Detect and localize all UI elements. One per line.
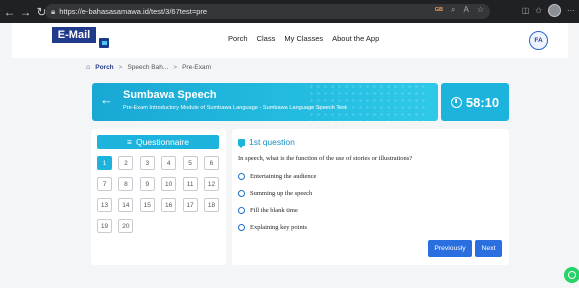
radio-button[interactable] bbox=[238, 173, 245, 180]
whatsapp-glyph bbox=[568, 271, 576, 279]
lock-icon: 🔒︎ bbox=[51, 6, 56, 16]
clock-icon bbox=[450, 96, 462, 108]
question-panel: 1st question In speech, what is the func… bbox=[232, 129, 509, 265]
favorite-icon[interactable]: ☆ bbox=[477, 6, 484, 14]
more-icon[interactable]: ⋯ bbox=[567, 6, 575, 15]
radio-button[interactable] bbox=[238, 207, 245, 214]
forward-icon[interactable]: → bbox=[19, 6, 32, 18]
questionnaire-panel: ≡ Questionnaire 1 2 3 4 5 6 7 8 9 10 11 12 13 14 15 16 1… bbox=[91, 129, 226, 265]
answer-options: Entertaining the audience Summing up the… bbox=[238, 171, 316, 233]
profile-icon[interactable] bbox=[548, 4, 561, 17]
list-icon: ≡ bbox=[127, 137, 133, 147]
timer-box: 58:10 bbox=[441, 83, 509, 121]
question-title: 1st question bbox=[249, 137, 295, 147]
option-label: Summing up the speech bbox=[250, 190, 313, 197]
question-number-button[interactable]: 16 bbox=[161, 198, 177, 212]
answer-option[interactable]: Explaining key points bbox=[238, 222, 316, 233]
question-number-button[interactable]: 18 bbox=[203, 198, 219, 212]
question-heading: 1st question bbox=[238, 137, 295, 148]
logo[interactable]: E-Mail bbox=[52, 27, 96, 43]
question-number-button[interactable]: 14 bbox=[118, 198, 134, 212]
address-bar[interactable]: 🔒︎ https://e-bahasasamawa.id/test/3/67te… bbox=[45, 4, 490, 19]
question-number-button[interactable]: 3 bbox=[139, 156, 155, 170]
question-number-button[interactable]: 6 bbox=[203, 156, 219, 170]
avatar[interactable]: FA bbox=[529, 31, 548, 50]
banner-title: Sumbawa Speech bbox=[123, 89, 217, 101]
question-number-button[interactable]: 15 bbox=[139, 198, 155, 212]
option-label: Entertaining the audience bbox=[250, 173, 317, 180]
home-icon[interactable]: ⌂ bbox=[86, 64, 90, 71]
radio-button[interactable] bbox=[238, 190, 245, 197]
question-text: In speech, what is the function of the u… bbox=[238, 155, 413, 162]
question-number-button[interactable]: 8 bbox=[118, 177, 134, 191]
zoom-icon[interactable]: ⌕ bbox=[451, 6, 455, 14]
next-button[interactable]: Next bbox=[475, 240, 502, 257]
question-number-button[interactable]: 5 bbox=[182, 156, 198, 170]
previous-button[interactable]: Previously bbox=[428, 240, 472, 257]
browser-toolbar: ← → ↻ 🔒︎ https://e-bahasasamawa.id/test/… bbox=[0, 0, 579, 23]
question-number-button[interactable]: 12 bbox=[203, 177, 219, 191]
question-number-button[interactable]: 20 bbox=[118, 219, 134, 233]
timer-value: 58:10 bbox=[465, 94, 500, 110]
questionnaire-title: Questionnaire bbox=[136, 137, 189, 147]
question-number-button[interactable]: 1 bbox=[97, 156, 112, 170]
back-icon[interactable]: ← bbox=[3, 6, 16, 18]
breadcrumb-course[interactable]: Speech Bah... bbox=[127, 64, 168, 71]
question-number-button[interactable]: 7 bbox=[97, 177, 112, 191]
question-number-button[interactable]: 11 bbox=[182, 177, 198, 191]
app-header: E-Mail Porch Class My Classes About the … bbox=[12, 23, 568, 58]
question-number-button[interactable]: 4 bbox=[161, 156, 177, 170]
breadcrumb-separator: > bbox=[118, 64, 123, 71]
question-icon bbox=[238, 138, 245, 148]
answer-option[interactable]: Fill the blank time bbox=[238, 205, 316, 216]
favorites-icon[interactable]: ✩ bbox=[535, 6, 542, 15]
question-number-button[interactable]: 19 bbox=[97, 219, 112, 233]
question-number-button[interactable]: 10 bbox=[161, 177, 177, 191]
question-number-button[interactable]: 13 bbox=[97, 198, 112, 212]
reader-badge[interactable]: GB bbox=[435, 7, 443, 13]
banner-subtitle: Pre-Exam Introductory Module of Sumbawa … bbox=[123, 105, 347, 111]
question-number-grid: 1 2 3 4 5 6 7 8 9 10 11 12 13 14 15 16 17 18 19 20 bbox=[97, 156, 219, 233]
question-number-button[interactable]: 2 bbox=[118, 156, 134, 170]
questionnaire-header: ≡ Questionnaire bbox=[97, 135, 219, 149]
breadcrumb-current: Pre-Exam bbox=[182, 64, 211, 71]
main-menu: Porch Class My Classes About the App bbox=[228, 34, 379, 43]
answer-option[interactable]: Entertaining the audience bbox=[238, 171, 316, 182]
exam-banner: ← Sumbawa Speech Pre-Exam Introductory M… bbox=[92, 83, 438, 121]
question-number-button[interactable]: 9 bbox=[139, 177, 155, 191]
banner-pattern bbox=[308, 83, 428, 121]
radio-button[interactable] bbox=[238, 224, 245, 231]
menu-item-my-classes[interactable]: My Classes bbox=[284, 34, 323, 43]
option-label: Explaining key points bbox=[250, 224, 308, 231]
whatsapp-icon[interactable] bbox=[564, 267, 579, 283]
breadcrumb-separator: > bbox=[173, 64, 178, 71]
breadcrumb: ⌂ Porch > Speech Bah... > Pre-Exam bbox=[86, 64, 211, 71]
url-text: https://e-bahasasamawa.id/test/3/67test=… bbox=[59, 7, 208, 16]
back-arrow-icon[interactable]: ← bbox=[100, 93, 113, 106]
question-number-button[interactable]: 17 bbox=[182, 198, 198, 212]
split-screen-icon[interactable]: ◫ bbox=[522, 6, 530, 15]
read-aloud-icon[interactable]: A bbox=[463, 6, 468, 14]
option-label: Fill the blank time bbox=[250, 207, 298, 214]
breadcrumb-porch[interactable]: Porch bbox=[95, 64, 113, 71]
logo-icon bbox=[99, 38, 109, 48]
menu-item-about[interactable]: About the App bbox=[332, 34, 379, 43]
menu-item-class[interactable]: Class bbox=[257, 34, 276, 43]
answer-option[interactable]: Summing up the speech bbox=[238, 188, 316, 199]
menu-item-porch[interactable]: Porch bbox=[228, 34, 248, 43]
